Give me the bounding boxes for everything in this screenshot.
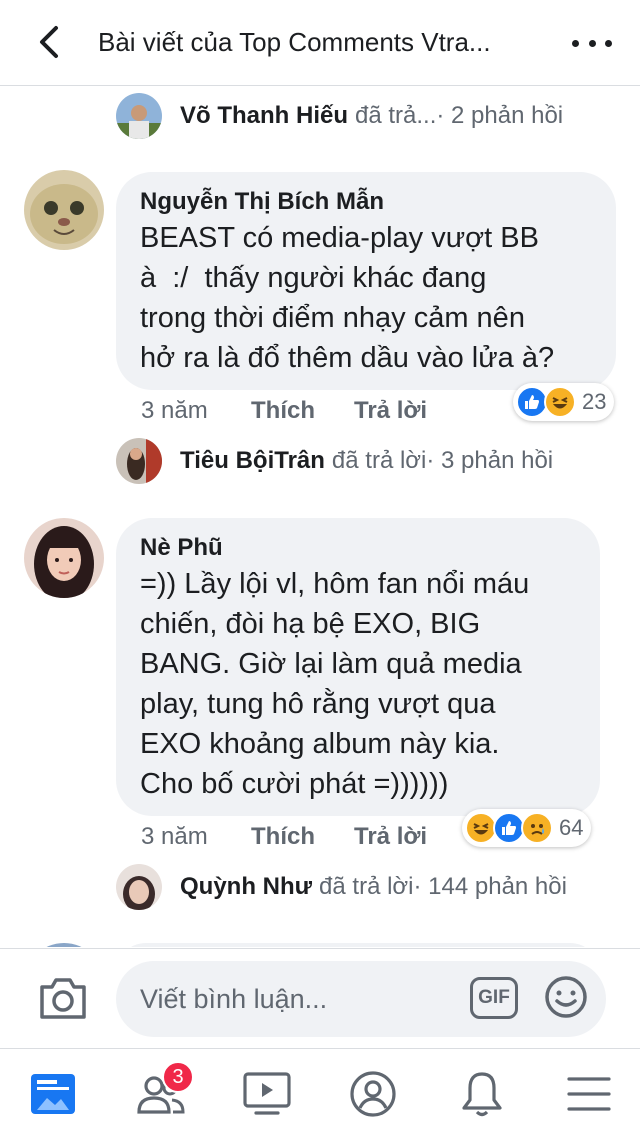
view-replies-link[interactable]: Tiêu BộiTrân đã trả lời · 3 phản hồi (116, 438, 553, 484)
view-replies-link[interactable]: Võ Thanh Hiếu đã trả... · 2 phản hồi (116, 93, 563, 139)
emoji-button[interactable] (544, 975, 588, 1019)
reaction-count: 23 (582, 389, 607, 414)
avatar (116, 93, 162, 139)
comment-actions: 3 năm Thích Trả lời (141, 823, 427, 851)
comment-composer: GIF (0, 948, 640, 1048)
reply-author-name: Tiêu BộiTrân (180, 447, 325, 474)
comment-bubble[interactable]: Nè Phũ =)) Lầy lội vl, hôm fan nổi máu c… (116, 518, 600, 816)
reply-count: · 2 phản hồi (436, 102, 564, 129)
reply-button[interactable]: Trả lời (354, 823, 427, 851)
comment-bubble[interactable]: Nguyễn Thị Bích Mẫn BEAST có media-play … (116, 172, 616, 390)
tab-notifications[interactable] (457, 1069, 507, 1119)
reaction-count: 64 (559, 815, 584, 840)
comment-timestamp[interactable]: 3 năm (141, 823, 251, 851)
reply-status: đã trả lời (331, 447, 427, 474)
comment-actions: 3 năm Thích Trả lời (141, 397, 427, 425)
comment-text: BEAST có media-play vượt BB à :/ thấy ng… (140, 222, 555, 374)
tab-profile[interactable] (348, 1069, 398, 1119)
hamburger-menu-icon (567, 1077, 611, 1111)
smiley-icon (545, 976, 587, 1018)
reply-author-name: Võ Thanh Hiếu (180, 102, 348, 129)
page-title: Bài viết của Top Comments Vtra... (98, 27, 491, 57)
comment-text: =)) Lầy lội vl, hôm fan nổi máu chiến, đ… (140, 568, 530, 800)
comment-author-name[interactable]: Nguyễn Thị Bích Mẫn (140, 186, 594, 218)
bell-icon (462, 1072, 502, 1117)
reaction-summary[interactable]: 23 (513, 383, 615, 421)
chevron-left-icon (40, 26, 58, 58)
view-replies-link[interactable]: Quỳnh Như đã trả lời · 144 phản hồi (116, 864, 567, 910)
tab-watch[interactable] (242, 1069, 292, 1119)
sad-icon (521, 812, 553, 844)
more-options-button[interactable] (572, 28, 612, 58)
bottom-tab-bar: 3 (0, 1048, 640, 1136)
dot-icon (605, 39, 612, 47)
camera-button[interactable] (38, 975, 88, 1021)
haha-icon (544, 386, 576, 418)
gif-button[interactable]: GIF (470, 977, 518, 1019)
comment-input[interactable] (140, 979, 460, 1019)
reply-count: · 3 phản hồi (426, 447, 554, 474)
avatar[interactable] (24, 170, 104, 250)
top-bar: Bài viết của Top Comments Vtra... (0, 0, 640, 86)
tab-menu[interactable] (564, 1069, 614, 1119)
back-button[interactable] (28, 22, 68, 62)
dot-icon (572, 39, 579, 47)
comment-timestamp[interactable]: 3 năm (141, 397, 251, 425)
avatar[interactable] (24, 943, 104, 947)
avatar (116, 438, 162, 484)
like-button[interactable]: Thích (251, 397, 354, 425)
notification-badge: 3 (162, 1061, 194, 1093)
profile-icon (350, 1071, 396, 1117)
dot-icon (588, 39, 596, 47)
comment-author-name[interactable]: Nè Phũ (140, 532, 578, 564)
comment-input-wrapper[interactable]: GIF (116, 961, 606, 1037)
comment-feed[interactable]: Võ Thanh Hiếu đã trả... · 2 phản hồi Ngu… (0, 87, 640, 947)
reply-count: · 144 phản hồi (413, 873, 567, 900)
tab-friends[interactable]: 3 (136, 1061, 194, 1119)
video-icon (243, 1072, 291, 1115)
camera-icon (40, 978, 86, 1019)
reply-status: đã trả... (355, 102, 437, 129)
comment-bubble[interactable] (116, 943, 600, 947)
reply-status: đã trả lời (319, 873, 414, 900)
avatar (116, 864, 162, 910)
tab-news-feed[interactable] (28, 1069, 78, 1119)
reaction-summary[interactable]: 64 (462, 809, 592, 847)
avatar[interactable] (24, 518, 104, 598)
news-feed-icon (31, 1074, 75, 1114)
like-button[interactable]: Thích (251, 823, 354, 851)
reply-button[interactable]: Trả lời (354, 397, 427, 425)
reply-author-name: Quỳnh Như (180, 873, 313, 900)
